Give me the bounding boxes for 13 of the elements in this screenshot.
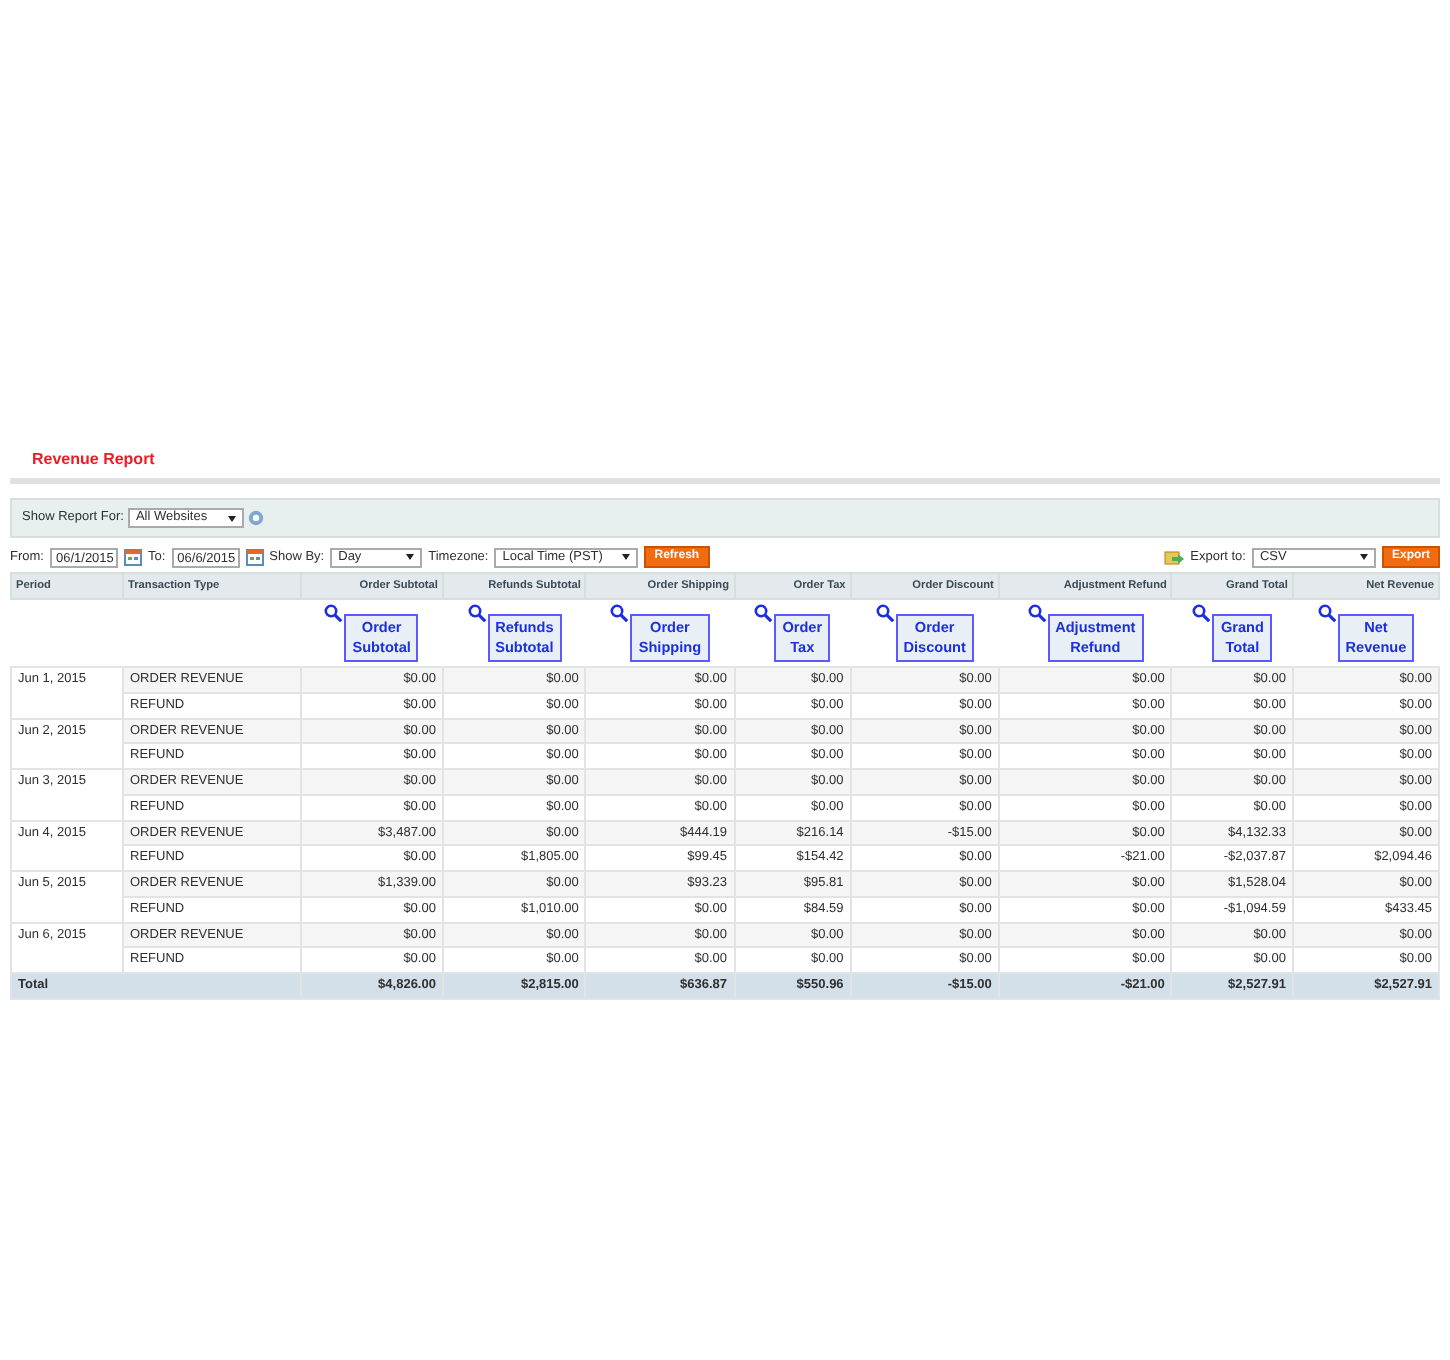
magnifier-icon (610, 604, 629, 623)
export-icon (1164, 548, 1185, 566)
calendar-icon (123, 548, 142, 566)
magnifier-icon (754, 604, 773, 623)
magnifier-icon (1027, 604, 1046, 623)
magnifier-icon (467, 604, 486, 623)
page-title: Revenue Report (30, 448, 155, 472)
help-icon (247, 510, 264, 526)
magnifier-icon (1192, 604, 1211, 623)
magnifier-icon (875, 604, 894, 623)
magnifier-icon (324, 604, 343, 623)
calendar-icon (245, 548, 264, 566)
magnifier-icon (1317, 604, 1336, 623)
